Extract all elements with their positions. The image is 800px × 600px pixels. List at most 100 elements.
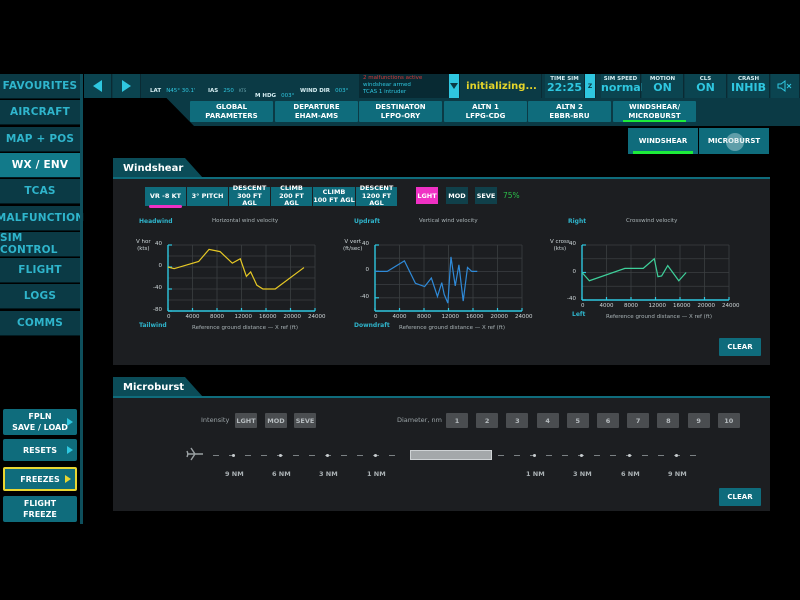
sim-speed[interactable]: SIM SPEED normal (601, 74, 644, 98)
track-dash (293, 455, 299, 456)
diameter-button-2[interactable]: 2 (476, 413, 499, 428)
sidebar-button-resets[interactable]: RESETS (3, 439, 77, 461)
chart-title: Crosswind velocity (626, 218, 678, 224)
preset-line-1: 3° PITCH (191, 191, 224, 200)
tab-parameters[interactable]: GLOBAL PARAMETERS (190, 101, 273, 122)
chart-title: Horizontal wind velocity (212, 218, 279, 224)
selected-indicator (149, 205, 182, 208)
sidebar-button-freezes[interactable]: FREEZES (3, 467, 77, 491)
microburst-position-slider[interactable] (410, 450, 492, 460)
tab-microburst[interactable]: WINDSHEAR/MICROBURST (613, 101, 696, 122)
forward-button[interactable] (113, 74, 141, 98)
touch-indicator (726, 133, 744, 151)
sidebar-item-favourites[interactable]: FAVOURITES (0, 74, 80, 99)
preset-descent-300-ft-agl[interactable]: DESCENT 300 FT AGL (229, 185, 270, 208)
sidebar-item-logs[interactable]: LOGS (0, 284, 80, 310)
y-tick-label: 40 (569, 241, 576, 247)
tab-label-line-2: PARAMETERS (205, 112, 258, 120)
alerts-dropdown-button[interactable] (449, 74, 460, 98)
diameter-button-1[interactable]: 1 (446, 413, 468, 428)
preset-descent-1200-ft-agl[interactable]: DESCENT 1200 FT AGL (356, 185, 397, 208)
diameter-button-7[interactable]: 7 (627, 413, 650, 428)
diameter-button-8[interactable]: 8 (657, 413, 680, 428)
chart-x-label: Reference ground distance — X ref (ft) (606, 314, 712, 320)
diameter-button-3[interactable]: 3 (506, 413, 529, 428)
track-dash (389, 455, 395, 456)
sidebar-item-comms[interactable]: COMMS (0, 310, 80, 336)
distance-label-right: 3 NM (573, 470, 592, 478)
chart-y-label: V hor (kts) (136, 239, 151, 252)
x-tick-label: 24000 (308, 314, 326, 320)
tab-eham-ams[interactable]: DEPARTURE EHAM-AMS (275, 101, 358, 122)
x-tick-label: 20000 (490, 314, 509, 320)
sidebar-item-flight[interactable]: FLIGHT (0, 258, 80, 284)
tab-label-line-1: ALTN 1 (472, 103, 499, 111)
cls-toggle[interactable]: CLS ON (685, 74, 727, 98)
back-button[interactable] (84, 74, 112, 98)
tab-lfpo-ory[interactable]: DESTINATON LFPO-ORY (359, 101, 442, 122)
motion-toggle[interactable]: MOTION ON (642, 74, 684, 98)
preset-climb-200-ft-agl[interactable]: CLIMB 200 FT AGL (271, 185, 312, 208)
preset-vr-8-kt[interactable]: VR -8 KT (145, 187, 186, 208)
preset-line-2: 300 FT AGL (237, 191, 262, 208)
tab-label-line-1: DEPARTURE (293, 103, 340, 111)
x-tick-label: 4000 (392, 314, 407, 320)
distance-marker (533, 454, 536, 457)
sound-button[interactable] (771, 74, 800, 98)
x-tick-label: 16000 (466, 314, 484, 320)
time-sim[interactable]: TIME SIM 22:25 (545, 74, 585, 98)
diameter-button-10[interactable]: 10 (717, 413, 740, 428)
preset-line-2: 1200 FT AGL (361, 191, 392, 208)
preset-3-pitch[interactable]: 3° PITCH (187, 187, 228, 206)
windshear-clear-button[interactable]: CLEAR (719, 338, 761, 356)
series-line (167, 248, 305, 290)
microburst-intensity-lght[interactable]: LGHT (235, 413, 257, 428)
crash-value: INHIB (731, 81, 766, 94)
sidebar-button-label: FPLN SAVE / LOAD (12, 411, 68, 433)
status-text: initializing... (466, 80, 537, 92)
sidebar-item-tcas[interactable]: TCAS (0, 179, 80, 205)
preset-climb-100-ft-agl[interactable]: CLIMB 100 FT AGL (313, 187, 355, 206)
x-tick-label: 20000 (283, 314, 302, 320)
diameter-button-4[interactable]: 4 (536, 413, 559, 428)
diameter-button-5[interactable]: 5 (566, 413, 589, 428)
status-bar: LAT N45° 30.1' LON E087° 35.2' IAS 250 K… (84, 74, 800, 104)
alerts-panel: 2 malfunctions active windshear armed TC… (359, 74, 449, 98)
sidebar-item-aircraft[interactable]: AIRCRAFT (0, 100, 80, 126)
distance-label-left: 1 NM (367, 470, 386, 478)
sidebar-item-sim-control[interactable]: SIM CONTROL (0, 231, 80, 257)
tab-ebbr-bru[interactable]: ALTN 2 EBBR-BRU (528, 101, 611, 122)
distance-marker (232, 454, 235, 457)
y-tick-label: 0 (572, 268, 577, 275)
track-dash (341, 455, 347, 456)
diameter-button-6[interactable]: 6 (597, 413, 619, 428)
tab-label-line-1: GLOBAL (215, 103, 248, 111)
crash-toggle[interactable]: CRASH INHIB (728, 74, 770, 98)
track-dash (562, 455, 568, 456)
chart-top-label: Headwind (139, 218, 173, 225)
sidebar-button-fpln-save-load[interactable]: FPLN SAVE / LOAD (3, 409, 77, 435)
microburst-clear-button[interactable]: CLEAR (719, 488, 761, 506)
track-dash (213, 455, 219, 456)
microburst-intensity-mod[interactable]: MOD (265, 413, 287, 428)
track-dash (610, 455, 616, 456)
intensity-mod[interactable]: MOD (446, 187, 468, 204)
preset-line-2: 200 FT AGL (279, 191, 304, 208)
time-zone-badge[interactable]: Z (585, 74, 596, 98)
diameter-button-9[interactable]: 9 (687, 413, 710, 428)
x-tick-label: 16000 (673, 303, 691, 309)
sidebar-item-malfunction[interactable]: MALFUNCTION (0, 205, 84, 231)
tab-lfpg-cdg[interactable]: ALTN 1 LFPG-CDG (444, 101, 527, 122)
label-line-2: FREEZE (23, 510, 57, 519)
sidebar-item-wx-env[interactable]: WX / ENV (0, 152, 80, 178)
chart-x-label: Reference ground distance — X ref (ft) (192, 325, 298, 331)
intensity-seve[interactable]: SEVE (475, 187, 497, 204)
intensity-lght[interactable]: LGHT (416, 187, 438, 204)
track-dash (642, 455, 648, 456)
subtab-label: WINDSHEAR (638, 137, 688, 145)
sidebar-item-map-pos[interactable]: MAP + POS (0, 126, 80, 152)
sidebar-button-label: FREEZES (20, 474, 60, 485)
subtab-windshear[interactable]: WINDSHEAR (628, 128, 698, 154)
microburst-intensity-seve[interactable]: SEVE (294, 413, 316, 428)
sidebar-button-flight-freeze[interactable]: FLIGHT FREEZE (3, 496, 77, 522)
